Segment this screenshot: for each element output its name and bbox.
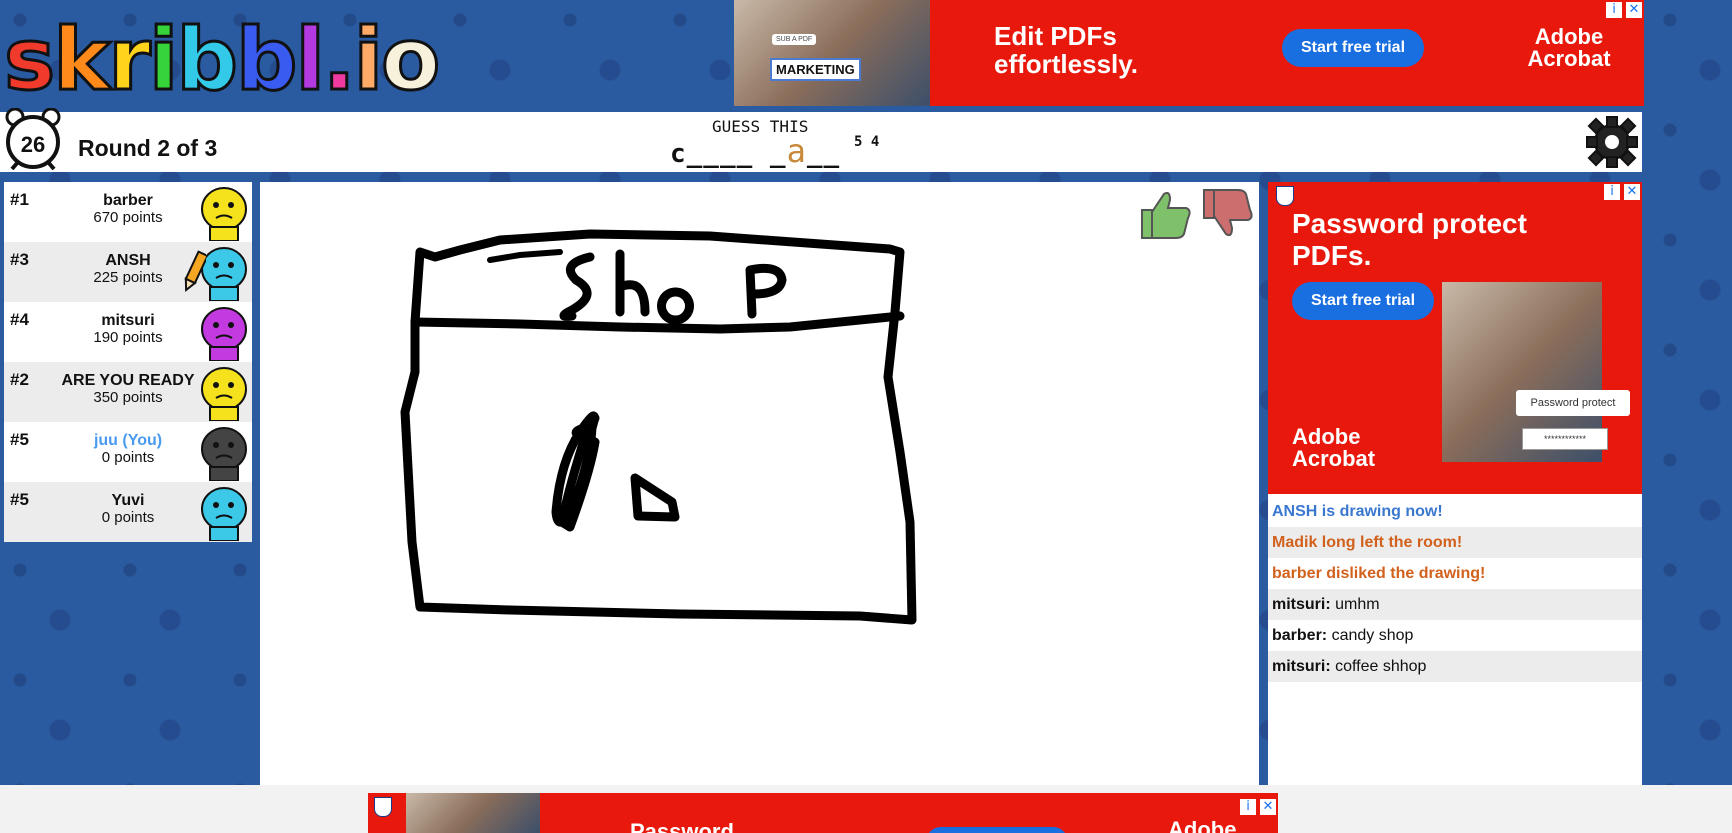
- logo-letter: b: [175, 10, 240, 110]
- player-row[interactable]: #1 barber 670 points: [4, 182, 252, 242]
- vote-buttons: [1141, 189, 1253, 239]
- logo-letter: b: [234, 10, 299, 110]
- chat-message: barber disliked the drawing!: [1268, 558, 1642, 589]
- player-list: #1 barber 670 points #3 ANSH 225 points #4 mits…: [4, 182, 252, 542]
- chat-message: mitsuri: coffee shhop: [1268, 651, 1642, 682]
- drawing-canvas[interactable]: [260, 182, 1259, 785]
- ad-info-icon[interactable]: i: [1604, 184, 1620, 200]
- ad-shield-icon: [374, 797, 392, 817]
- thumbs-down-icon[interactable]: [1203, 189, 1253, 237]
- ad-close-icon[interactable]: ✕: [1624, 184, 1640, 200]
- logo-letter: s: [2, 10, 56, 110]
- logo-letter: .: [321, 10, 357, 110]
- ad-info-icon[interactable]: i: [1606, 2, 1622, 18]
- ad-small-tag: SUB A PDF: [772, 34, 817, 45]
- ad-brand: Adobe Acrobat: [1527, 24, 1611, 71]
- logo-letter: o: [380, 10, 442, 110]
- ad-start-trial-button[interactable]: Start free trial: [1292, 282, 1434, 320]
- timer-value: 26: [20, 132, 46, 157]
- ad-password-label: Password protect: [1530, 397, 1616, 409]
- revealed-letter: a: [786, 132, 807, 170]
- ad-close-icon[interactable]: ✕: [1626, 2, 1642, 18]
- player-avatar: [201, 487, 247, 541]
- ad-password-value: ************: [1543, 434, 1587, 444]
- ad-headline: Edit PDFs effortlessly.: [994, 21, 1139, 79]
- player-avatar: [201, 187, 247, 241]
- chat-message: Madik long left the room!: [1268, 527, 1642, 558]
- player-row[interactable]: #2 ARE YOU READY 350 points: [4, 362, 252, 422]
- word-part-1: c____ _: [670, 139, 787, 169]
- logo-letter: i: [147, 10, 180, 110]
- ad-banner-bottom[interactable]: i ✕ Password Adobe: [368, 793, 1278, 833]
- player-row[interactable]: #4 mitsuri 190 points: [4, 302, 252, 362]
- chat-message: ANSH is drawing now!: [1268, 496, 1642, 527]
- ad-password-chip: Password protect: [1516, 390, 1630, 416]
- chat-author: mitsuri:: [1272, 596, 1331, 613]
- ad-brand: Adobe Acrobat: [1292, 424, 1376, 471]
- chat-system-text: ANSH is drawing now!: [1272, 503, 1443, 520]
- ad-info-icon[interactable]: i: [1240, 799, 1256, 815]
- ad-brand: Adobe: [1168, 817, 1237, 833]
- settings-gear-icon[interactable]: [1586, 116, 1638, 168]
- logo-letter: l: [294, 10, 327, 110]
- player-row[interactable]: #3 ANSH 225 points: [4, 242, 252, 302]
- chat-text: coffee shhop: [1330, 658, 1427, 675]
- word-hint: c____ _a__: [670, 132, 840, 170]
- drawing: [400, 229, 917, 625]
- thumbs-up-icon[interactable]: [1141, 191, 1191, 239]
- ad-headline: Password: [630, 819, 734, 833]
- logo-letter: k: [52, 10, 112, 110]
- player-avatar: [201, 367, 247, 421]
- chat-message: barber: candy shop: [1268, 620, 1642, 651]
- logo-letter: i: [352, 10, 385, 110]
- chat-message: mitsuri: umhm: [1268, 589, 1642, 620]
- chat-text: umhm: [1330, 596, 1380, 613]
- ad-password-field: ************: [1522, 428, 1608, 450]
- player-avatar: [201, 307, 247, 361]
- word-lengths: 5 4: [854, 134, 880, 150]
- drawing-pencil-icon: [184, 250, 206, 293]
- word-part-2: __: [806, 139, 841, 169]
- chat-author: barber:: [1272, 627, 1328, 644]
- chat-text: candy shop: [1327, 627, 1414, 644]
- chat-author: mitsuri:: [1272, 658, 1331, 675]
- ad-start-trial-button[interactable]: Start free trial: [1282, 29, 1424, 67]
- chat-system-text: Madik long left the room!: [1272, 534, 1463, 551]
- ad-banner-top[interactable]: i ✕ SUB A PDF MARKETING Edit PDFs effortl…: [734, 0, 1644, 106]
- logo-letter: r: [107, 10, 152, 110]
- ad-banner-right[interactable]: i ✕ Password protect PDFs. Start free tri…: [1268, 182, 1642, 494]
- skribbl-logo: skribbl.io: [2, 10, 441, 110]
- player-avatar: [201, 427, 247, 481]
- chat-system-text: barber disliked the drawing!: [1272, 565, 1486, 582]
- player-row[interactable]: #5 juu (You) 0 points: [4, 422, 252, 482]
- ad-cta-partial[interactable]: [926, 827, 1068, 833]
- ad-headline: Password protect PDFs.: [1292, 208, 1527, 271]
- chat-log: ANSH is drawing now! Madik long left the …: [1268, 494, 1642, 682]
- ad-close-icon[interactable]: ✕: [1260, 799, 1276, 815]
- right-panel: i ✕ Password protect PDFs. Start free tri…: [1268, 182, 1642, 785]
- player-row[interactable]: #5 Yuvi 0 points: [4, 482, 252, 542]
- ad-photo: SUB A PDF MARKETING: [734, 0, 930, 106]
- round-indicator: Round 2 of 3: [78, 135, 218, 161]
- ad-marketing-tag: MARKETING: [770, 58, 861, 81]
- ad-photo: [406, 793, 540, 833]
- ad-shield-icon: [1276, 186, 1294, 206]
